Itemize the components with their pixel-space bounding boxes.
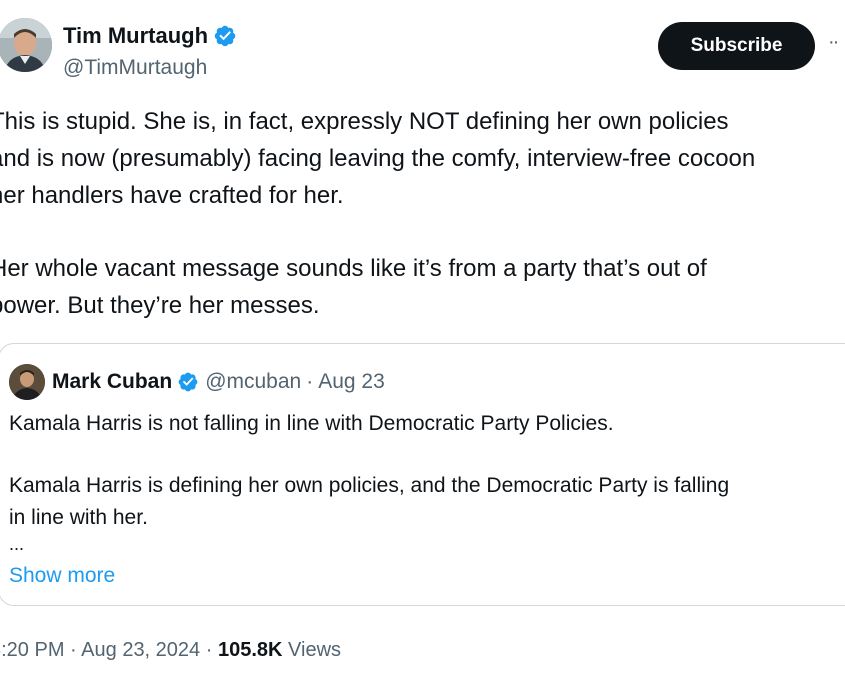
author-name-row[interactable]: Tim Murtaugh: [63, 22, 237, 50]
verified-badge-icon: [177, 371, 199, 393]
author-avatar[interactable]: [0, 18, 52, 72]
verified-badge-icon: [213, 24, 237, 48]
author-avatar-image: [0, 18, 52, 72]
more-horizontal-icon[interactable]: ··: [828, 32, 839, 52]
quoted-tweet-text: Kamala Harris is not falling in line wit…: [9, 408, 729, 554]
show-more-link[interactable]: Show more: [9, 562, 115, 590]
quoted-tweet-date[interactable]: Aug 23: [318, 368, 385, 396]
tweet-line: Her whole vacant message sounds like it’…: [0, 255, 707, 282]
tweet-line: her handlers have crafted for her.: [0, 182, 344, 209]
quoted-tweet-line: in line with her.: [9, 506, 148, 529]
quoted-author-avatar[interactable]: [9, 364, 45, 400]
subscribe-button[interactable]: Subscribe: [658, 22, 815, 70]
tweet-date[interactable]: Aug 23, 2024: [81, 639, 200, 661]
quoted-tweet-header: Mark Cuban @mcuban · Aug 23: [52, 368, 385, 396]
author-handle[interactable]: @TimMurtaugh: [63, 55, 207, 81]
tweet-meta: 3:20 PM · Aug 23, 2024 · 105.8K Views: [0, 636, 341, 664]
tweet-text: This is stupid. She is, in fact, express…: [0, 103, 845, 324]
meta-separator: ·: [205, 639, 213, 661]
tweet-line: and is now (presumably) facing leaving t…: [0, 145, 756, 172]
views-label: Views: [288, 639, 342, 661]
quoted-tweet-line: Kamala Harris is defining her own polici…: [9, 474, 730, 497]
author-name[interactable]: Tim Murtaugh: [63, 22, 208, 50]
views-count[interactable]: 105.8K: [218, 639, 283, 661]
tweet-line: This is stupid. She is, in fact, express…: [0, 108, 729, 135]
tweet-time[interactable]: 3:20 PM: [0, 639, 64, 661]
quoted-tweet-card[interactable]: Mark Cuban @mcuban · Aug 23 Kamala Harri…: [0, 343, 845, 606]
quoted-author-name[interactable]: Mark Cuban: [52, 368, 172, 396]
quoted-author-handle[interactable]: @mcuban: [205, 368, 301, 396]
truncation-ellipsis: ...: [9, 534, 25, 554]
tweet-line: power. But they’re her messes.: [0, 292, 320, 319]
meta-separator: ·: [70, 639, 77, 661]
quoted-tweet-line: Kamala Harris is not falling in line wit…: [9, 412, 614, 435]
quoted-avatar-image: [9, 364, 45, 400]
header-separator: ·: [306, 370, 314, 393]
